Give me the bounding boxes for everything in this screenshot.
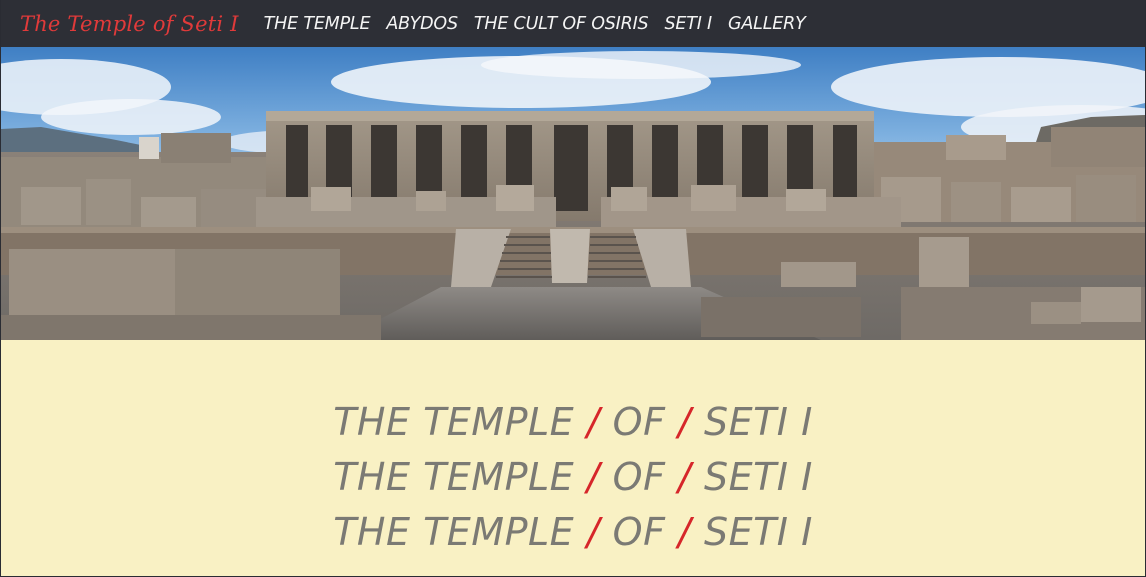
nav-links: THE TEMPLE ABYDOS THE CULT OF OSIRIS SET… [251,14,809,34]
page: The Temple of Seti I THE TEMPLE ABYDOS T… [1,0,1145,576]
nav-link-the-cult-of-osiris[interactable]: THE CULT OF OSIRIS [474,14,649,34]
nav-link-seti-i[interactable]: SETI I [664,14,712,34]
headline-part-the-temple: THE TEMPLE [333,455,575,499]
headline-slash: / [586,510,601,554]
headline-slash: / [678,510,692,554]
headline-line-3: THE TEMPLE / OF / SETI I [1,510,1145,554]
temple-photo-illustration [1,47,1145,340]
headline-section: THE TEMPLE / OF / SETI I THE TEMPLE / OF… [1,340,1145,576]
brand-link[interactable]: The Temple of Seti I [20,12,239,36]
headline-part-of: OF [612,510,666,554]
headline-slash: / [678,455,692,499]
headline-part-of: OF [612,455,666,499]
nav-link-the-temple[interactable]: THE TEMPLE [264,14,371,34]
headline-part-seti-i: SETI I [703,455,813,499]
headline-slash: / [586,400,601,444]
headline-part-seti-i: SETI I [703,400,813,444]
headline-part-the-temple: THE TEMPLE [333,510,575,554]
hero-image [1,47,1145,340]
headline-part-of: OF [612,400,666,444]
nav-link-gallery[interactable]: GALLERY [728,14,806,34]
headline-line-1: THE TEMPLE / OF / SETI I [1,400,1145,444]
headline-part-seti-i: SETI I [703,510,813,554]
headline-part-the-temple: THE TEMPLE [333,400,575,444]
headline-slash: / [678,400,692,444]
headline-line-2: THE TEMPLE / OF / SETI I [1,455,1145,499]
headline-slash: / [586,455,601,499]
top-navbar: The Temple of Seti I THE TEMPLE ABYDOS T… [1,0,1145,47]
nav-link-abydos[interactable]: ABYDOS [386,14,458,34]
